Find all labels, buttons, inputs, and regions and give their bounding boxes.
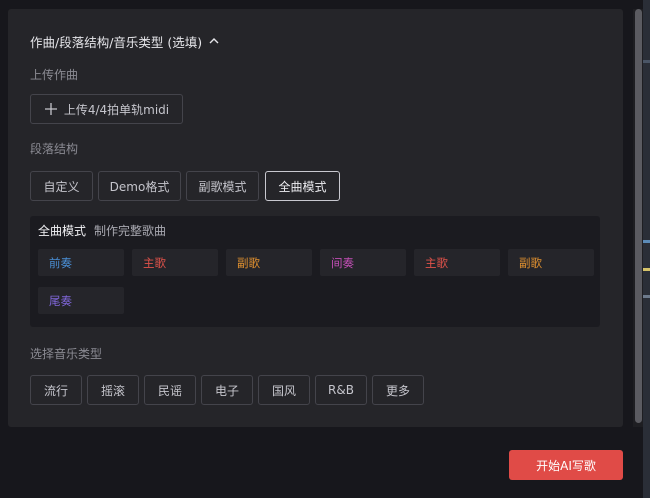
- genre-option-electronic[interactable]: 电子: [201, 375, 253, 405]
- genre-label: 选择音乐类型: [30, 347, 103, 361]
- segment-verse: 主歌: [414, 249, 500, 276]
- mode-preview: 全曲模式 制作完整歌曲 前奏 主歌 副歌 间奏 主歌 副歌 尾奏: [30, 216, 600, 327]
- structure-option-full[interactable]: 全曲模式: [265, 171, 340, 201]
- structure-option-custom[interactable]: 自定义: [30, 171, 93, 201]
- strip-mark: [643, 268, 650, 271]
- plus-icon: [44, 103, 57, 115]
- segment-outro: 尾奏: [38, 287, 124, 314]
- upload-midi-button[interactable]: 上传4/4拍单轨midi: [30, 94, 183, 124]
- structure-option-chorus[interactable]: 副歌模式: [186, 171, 259, 201]
- mode-title: 全曲模式: [38, 224, 87, 238]
- chevron-up-icon: [209, 38, 219, 44]
- settings-panel: 作曲/段落结构/音乐类型 (选填) 上传作曲 上传4/4拍单轨midi 段落结构…: [8, 9, 623, 427]
- genre-option-folk[interactable]: 民谣: [144, 375, 196, 405]
- section-title: 作曲/段落结构/音乐类型 (选填): [30, 34, 203, 50]
- upload-label: 上传作曲: [30, 68, 79, 82]
- genre-option-rock[interactable]: 摇滚: [87, 375, 139, 405]
- genre-option-pop[interactable]: 流行: [30, 375, 82, 405]
- segment-chorus: 副歌: [226, 249, 312, 276]
- section-toggle[interactable]: 作曲/段落结构/音乐类型 (选填): [30, 32, 220, 50]
- strip-mark: [643, 295, 650, 298]
- genre-option-guofeng[interactable]: 国风: [258, 375, 310, 405]
- side-strip: [643, 0, 650, 498]
- scrollbar-thumb[interactable]: [635, 9, 642, 423]
- mode-description: 制作完整歌曲: [94, 224, 167, 238]
- segment-intro: 前奏: [38, 249, 124, 276]
- segment-verse: 主歌: [132, 249, 218, 276]
- strip-mark: [643, 60, 650, 63]
- segment-chorus: 副歌: [508, 249, 594, 276]
- genre-option-more[interactable]: 更多: [372, 375, 424, 405]
- start-ai-compose-button[interactable]: 开始AI写歌: [509, 450, 623, 480]
- mode-header: 全曲模式 制作完整歌曲: [38, 222, 166, 239]
- structure-label: 段落结构: [30, 142, 79, 156]
- strip-mark: [643, 240, 650, 243]
- structure-option-demo[interactable]: Demo格式: [98, 171, 181, 201]
- genre-option-rnb[interactable]: R&B: [315, 375, 367, 405]
- segment-interlude: 间奏: [320, 249, 406, 276]
- upload-button-label: 上传4/4拍单轨midi: [63, 102, 170, 117]
